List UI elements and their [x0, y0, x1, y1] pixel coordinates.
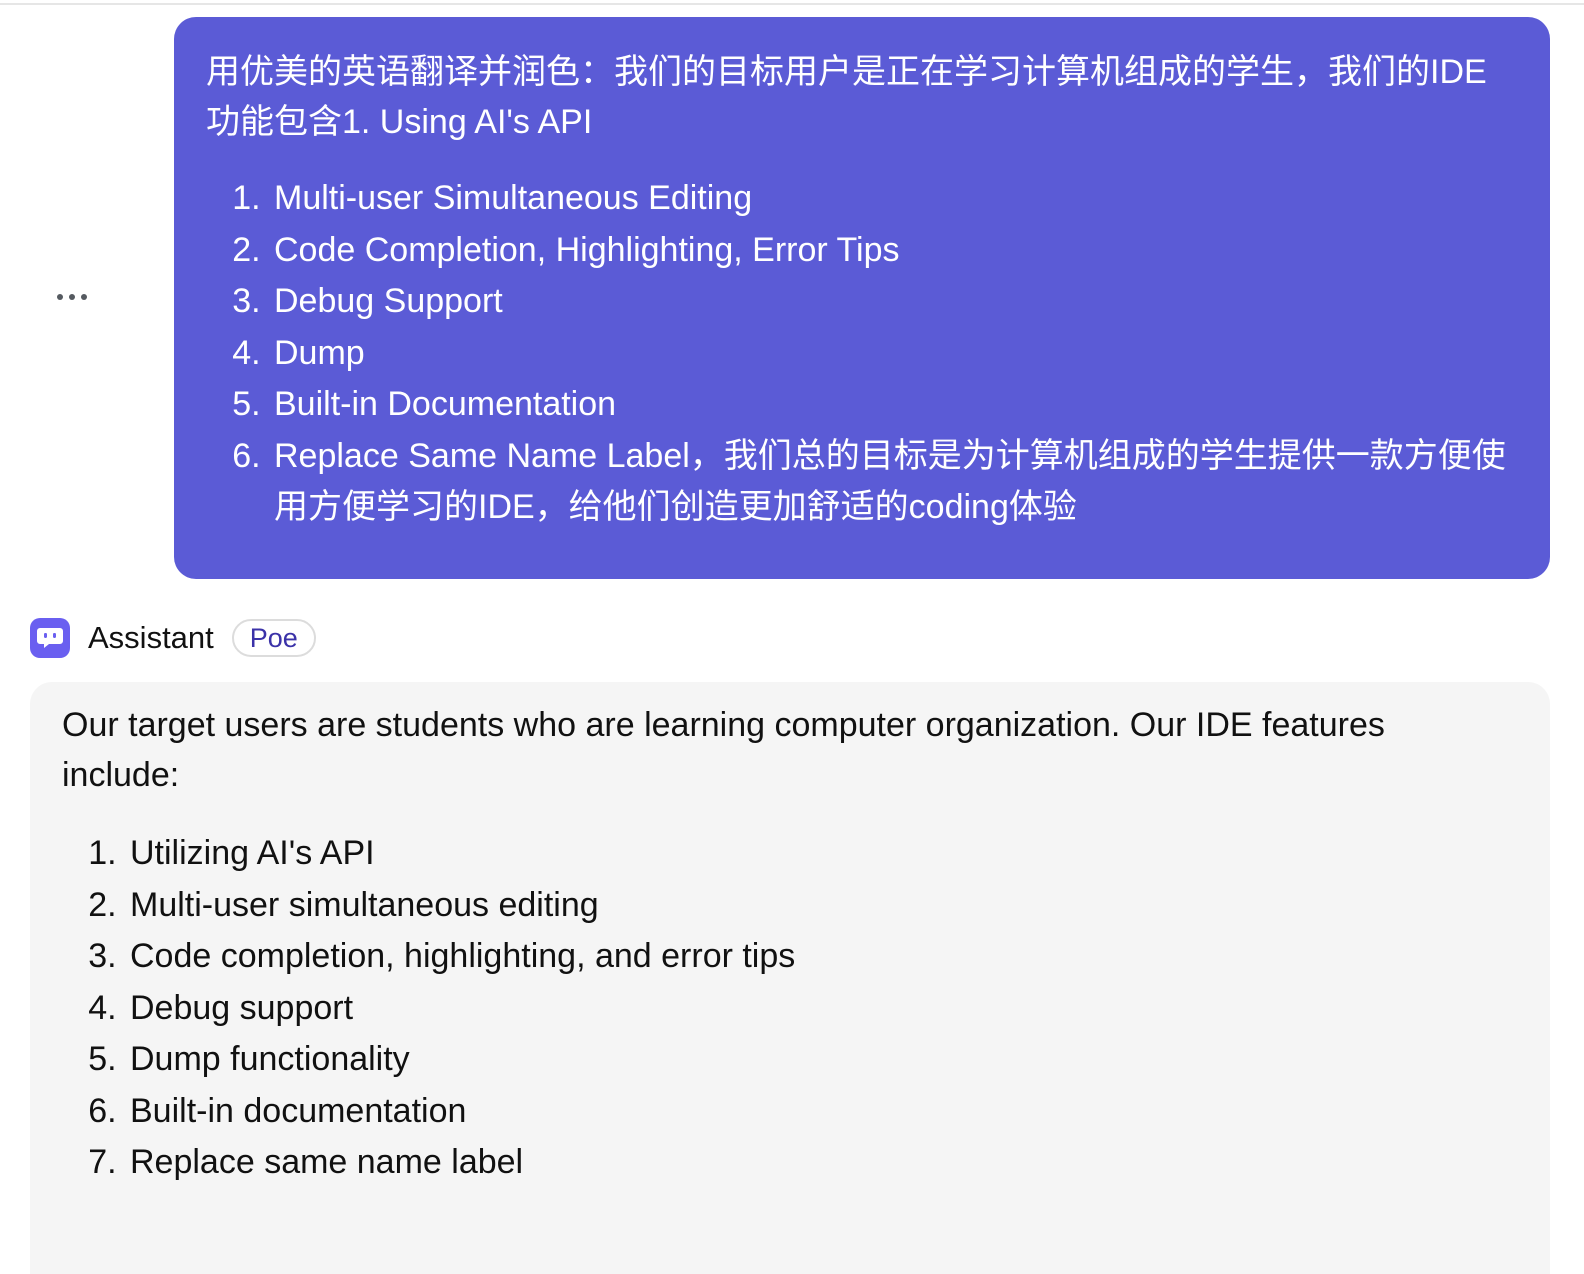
list-item: Multi-user simultaneous editing: [126, 880, 1510, 932]
list-item: Dump functionality: [126, 1034, 1510, 1086]
user-message-list: Multi-user Simultaneous Editing Code Com…: [206, 173, 1514, 534]
list-item: Multi-user Simultaneous Editing: [270, 173, 1514, 225]
bot-name[interactable]: Assistant: [88, 620, 214, 656]
more-dot-icon: [57, 294, 63, 300]
bot-message-list: Utilizing AI's API Multi-user simultaneo…: [62, 828, 1510, 1189]
more-dot-icon: [69, 294, 75, 300]
list-item: Replace same name label: [126, 1137, 1510, 1189]
bot-message-intro: Our target users are students who are le…: [62, 706, 1385, 794]
bot-message-bubble: Our target users are students who are le…: [30, 682, 1550, 1274]
list-item: Code Completion, Highlighting, Error Tip…: [270, 225, 1514, 277]
list-item: Code completion, highlighting, and error…: [126, 931, 1510, 983]
more-options-button[interactable]: [46, 282, 98, 312]
list-item: Utilizing AI's API: [126, 828, 1510, 880]
bot-platform-badge[interactable]: Poe: [231, 619, 316, 657]
list-item: Replace Same Name Label，我们总的目标是为计算机组成的学生…: [270, 431, 1514, 534]
bot-chat-icon: [37, 628, 63, 648]
list-item: Built-in Documentation: [270, 379, 1514, 431]
more-dot-icon: [81, 294, 87, 300]
list-item: Built-in documentation: [126, 1086, 1510, 1138]
user-message-intro: 用优美的英语翻译并润色：我们的目标用户是正在学习计算机组成的学生，我们的IDE功…: [206, 53, 1487, 141]
user-message-bubble: 用优美的英语翻译并润色：我们的目标用户是正在学习计算机组成的学生，我们的IDE功…: [174, 17, 1550, 579]
bot-header: Assistant Poe: [30, 614, 316, 662]
bot-avatar[interactable]: [30, 618, 70, 658]
list-item: Dump: [270, 328, 1514, 380]
top-divider: [0, 0, 1584, 5]
list-item: Debug Support: [270, 276, 1514, 328]
list-item: Debug support: [126, 983, 1510, 1035]
